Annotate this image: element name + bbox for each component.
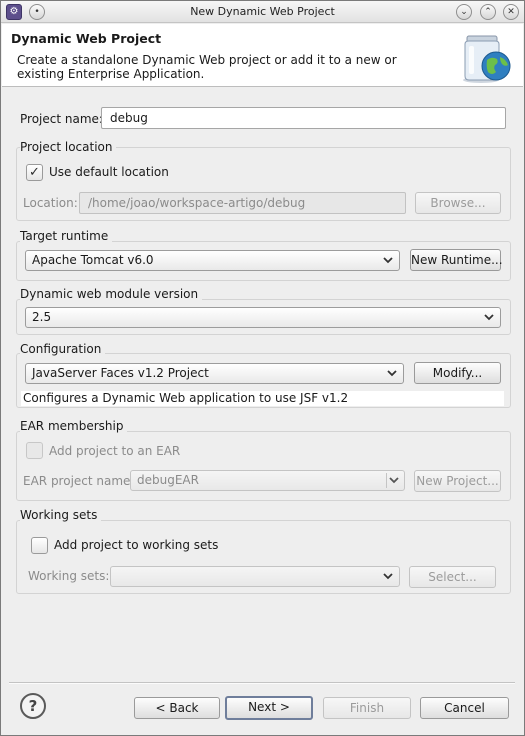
chevron-down-icon xyxy=(385,366,399,381)
modify-button[interactable]: Modify... xyxy=(414,362,501,384)
module-version-label: Dynamic web module version xyxy=(20,287,203,301)
location-input[interactable]: /home/joao/workspace-artigo/debug xyxy=(79,192,406,214)
cancel-button[interactable]: Cancel xyxy=(420,697,509,719)
finish-button[interactable]: Finish xyxy=(323,697,411,719)
configuration-label: Configuration xyxy=(20,342,106,356)
window-menu-button[interactable]: • xyxy=(29,4,45,20)
chevron-down-icon xyxy=(381,253,395,268)
configuration-select[interactable]: JavaServer Faces v1.2 Project xyxy=(25,363,404,384)
minimize-button[interactable]: ⌄ xyxy=(456,4,472,20)
wizard-header: Dynamic Web Project Create a standalone … xyxy=(2,24,523,87)
working-sets-select[interactable] xyxy=(110,566,400,587)
help-icon[interactable]: ? xyxy=(20,693,46,719)
chevron-down-icon xyxy=(386,473,400,488)
working-sets-label: Working sets xyxy=(20,508,102,522)
ear-membership-label: EAR membership xyxy=(20,419,128,433)
use-default-location-label: Use default location xyxy=(49,165,169,179)
chevron-down-icon xyxy=(482,310,496,325)
new-runtime-button[interactable]: New Runtime... xyxy=(410,249,503,271)
project-name-input[interactable]: debug xyxy=(101,107,506,129)
close-button[interactable]: ✕ xyxy=(503,4,519,20)
title-bar: ⚙ • New Dynamic Web Project ⌄ ⌃ ✕ xyxy=(1,1,524,23)
module-version-select[interactable]: 2.5 xyxy=(25,307,501,328)
app-icon[interactable]: ⚙ xyxy=(6,4,22,20)
use-default-location-checkbox[interactable]: ✓ xyxy=(26,164,43,181)
target-runtime-value: Apache Tomcat v6.0 xyxy=(32,253,154,267)
window-title: New Dynamic Web Project xyxy=(190,5,335,18)
target-runtime-label: Target runtime xyxy=(20,229,113,243)
page-description: Create a standalone Dynamic Web project … xyxy=(17,53,397,81)
checkmark-icon: ✓ xyxy=(29,165,40,180)
page-title: Dynamic Web Project xyxy=(11,31,162,46)
ear-project-name-select[interactable]: debugEAR xyxy=(130,470,405,491)
maximize-button[interactable]: ⌃ xyxy=(480,4,496,20)
select-working-sets-button[interactable]: Select... xyxy=(409,566,496,588)
add-to-ear-label: Add project to an EAR xyxy=(49,444,181,458)
footer-separator xyxy=(9,682,515,684)
ear-project-name-label: EAR project name: xyxy=(23,474,135,488)
chevron-down-icon xyxy=(381,569,395,584)
location-label: Location: xyxy=(23,196,78,210)
web-project-jar-icon xyxy=(463,35,511,83)
configuration-description: Configures a Dynamic Web application to … xyxy=(21,391,504,406)
working-sets-field-label: Working sets: xyxy=(28,569,110,583)
back-button[interactable]: < Back xyxy=(134,697,220,719)
next-button[interactable]: Next > xyxy=(225,696,313,720)
add-to-working-sets-label: Add project to working sets xyxy=(54,538,219,552)
project-name-label: Project name: xyxy=(20,112,103,126)
wizard-window: ⚙ • New Dynamic Web Project ⌄ ⌃ ✕ Dynami… xyxy=(0,0,525,736)
browse-button[interactable]: Browse... xyxy=(415,192,501,214)
module-version-value: 2.5 xyxy=(32,310,52,324)
configuration-value: JavaServer Faces v1.2 Project xyxy=(32,366,209,380)
add-to-ear-checkbox[interactable] xyxy=(26,442,43,459)
project-location-label: Project location xyxy=(20,140,117,154)
add-to-working-sets-checkbox[interactable] xyxy=(31,537,48,554)
ear-project-name-value: debugEAR xyxy=(137,473,199,487)
new-project-button[interactable]: New Project... xyxy=(414,470,501,492)
target-runtime-select[interactable]: Apache Tomcat v6.0 xyxy=(25,250,400,271)
